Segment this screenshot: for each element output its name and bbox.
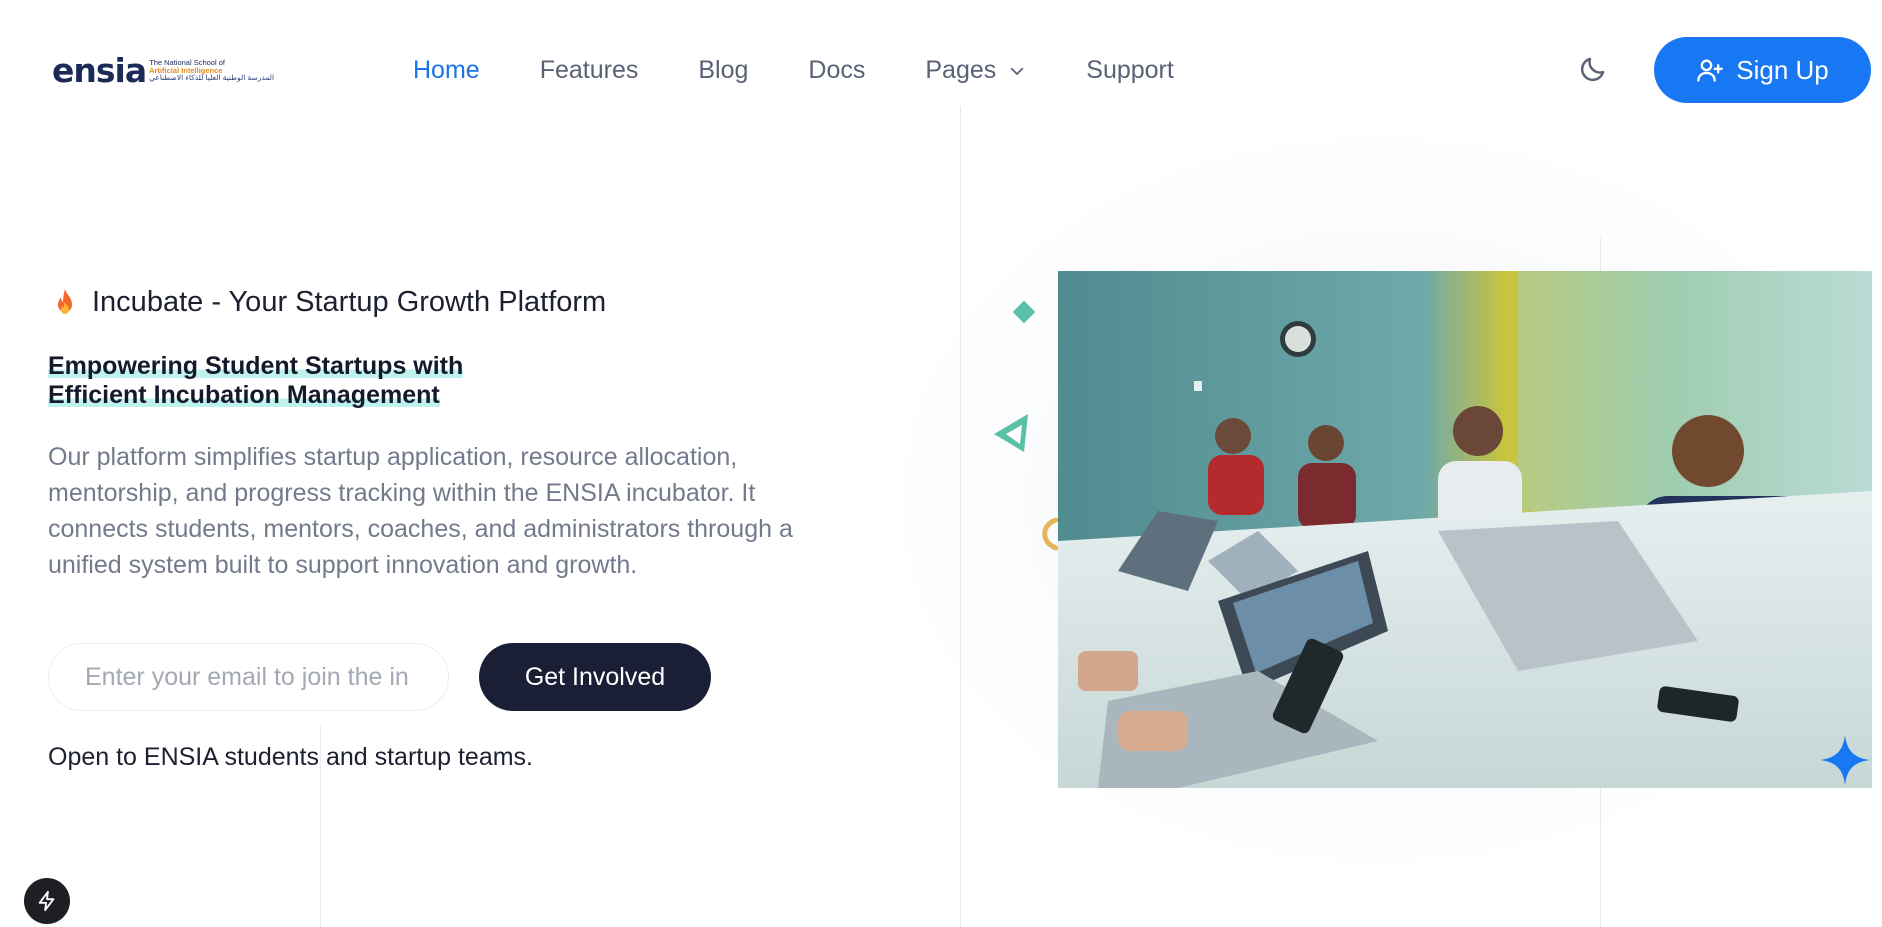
hero-eyebrow-text: Incubate - Your Startup Growth Platform xyxy=(92,286,607,318)
divider-line xyxy=(960,106,961,927)
nav-item-features[interactable]: Features xyxy=(540,56,639,85)
nav-item-home[interactable]: Home xyxy=(413,56,480,85)
nav-item-pages[interactable]: Pages xyxy=(925,56,1026,85)
ensia-logo[interactable]: ensia The National School of Artificial … xyxy=(52,54,274,87)
triangle-shape xyxy=(994,414,1028,452)
headline-line-2: Efficient Incubation Management xyxy=(48,381,440,409)
team-photo-illustration xyxy=(1058,271,1872,788)
logo-subtitle: The National School of Artificial Intell… xyxy=(149,58,275,83)
nav-item-support[interactable]: Support xyxy=(1086,56,1174,85)
nav-item-blog[interactable]: Blog xyxy=(698,56,748,85)
sign-up-label: Sign Up xyxy=(1736,54,1829,85)
chevron-down-icon xyxy=(1011,67,1024,75)
diamond-shape xyxy=(1012,300,1036,324)
hero-note: Open to ENSIA students and startup teams… xyxy=(48,743,533,771)
hero-description: Our platform simplifies startup applicat… xyxy=(48,443,793,579)
user-plus-icon xyxy=(1697,59,1724,82)
hero-team-photo xyxy=(1058,271,1872,788)
page: ensia The National School of Artificial … xyxy=(0,0,1882,927)
sign-up-button[interactable]: Sign Up xyxy=(1654,37,1871,103)
swirl-shape xyxy=(1042,517,1059,551)
logo-line-3: المدرسة الوطنية العليا للذكاء الاصطناعي xyxy=(149,73,275,83)
moon-icon[interactable] xyxy=(1578,54,1608,84)
hero-headline: Empowering Student Startups with Efficie… xyxy=(48,352,464,410)
nav-item-docs[interactable]: Docs xyxy=(808,56,865,85)
lightning-icon xyxy=(38,890,55,912)
headline-line-1: Empowering Student Startups with xyxy=(48,352,464,380)
get-involved-button[interactable]: Get Involved xyxy=(479,643,711,711)
fire-icon xyxy=(58,288,72,314)
sparkle-icon xyxy=(1820,735,1870,785)
hero-eyebrow: Incubate - Your Startup Growth Platform xyxy=(52,286,606,319)
dev-tools-button[interactable] xyxy=(24,878,70,924)
logo-wordmark: ensia xyxy=(52,51,147,90)
main-nav: Home Features Blog Docs Pages Support xyxy=(413,56,1234,85)
nav-item-pages-label: Pages xyxy=(925,56,997,84)
site-header: ensia The National School of Artificial … xyxy=(0,0,1882,106)
email-input[interactable] xyxy=(48,643,449,711)
